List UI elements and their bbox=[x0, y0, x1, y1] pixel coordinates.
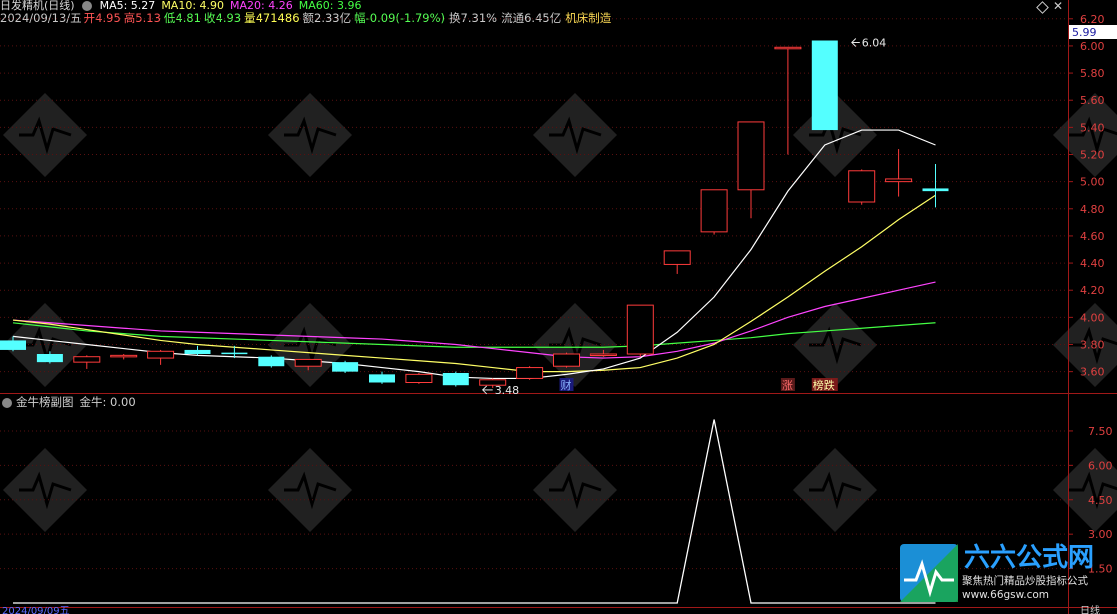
candle-body bbox=[73, 356, 101, 363]
axis-tick-label: 6.00 bbox=[1080, 40, 1105, 53]
axis-tick-label: 4.00 bbox=[1080, 311, 1105, 324]
candle-body bbox=[589, 353, 617, 356]
candle-body bbox=[811, 40, 838, 131]
candle-body bbox=[36, 354, 63, 363]
candle-body bbox=[553, 353, 580, 367]
axis-tick-label: 4.50 bbox=[1088, 494, 1113, 507]
candle-body bbox=[147, 350, 175, 359]
watermark-layer bbox=[3, 93, 1117, 532]
axis-tick-label: 4.20 bbox=[1080, 284, 1105, 297]
kline-chart[interactable]: 6.20 6.00 5.80 5.60 5.40 5.20 5.00 4.80 4.60 4.40… bbox=[0, 0, 1117, 614]
candle-body bbox=[369, 374, 395, 383]
low-marker-arrow bbox=[481, 385, 493, 395]
candle-body bbox=[294, 358, 322, 367]
candle-body bbox=[885, 178, 913, 183]
axis-tick-label: 4.40 bbox=[1080, 257, 1105, 270]
axis-tick-label: 5.40 bbox=[1080, 121, 1105, 134]
event-zhang: 涨 bbox=[782, 379, 793, 392]
watermark-diamond bbox=[3, 448, 87, 532]
axis-tick-label: 3.80 bbox=[1080, 339, 1105, 352]
site-logo: 六六公式网 聚焦热门精品炒股指标公式 www.66gsw.com bbox=[898, 542, 1114, 604]
watermark-diamond bbox=[533, 93, 617, 177]
event-cai: 财 bbox=[561, 378, 572, 392]
candle-body bbox=[626, 304, 654, 355]
last-price-tag: 5.99 bbox=[1072, 26, 1097, 39]
candle-body bbox=[442, 373, 469, 386]
candle-body bbox=[184, 349, 211, 354]
candle-body bbox=[405, 373, 433, 384]
candle-body bbox=[700, 189, 728, 233]
candle-body bbox=[0, 340, 26, 350]
candle-body bbox=[663, 250, 691, 265]
axis-tick-label: 3.60 bbox=[1080, 366, 1105, 379]
axis-tick-label: 3.00 bbox=[1088, 528, 1113, 541]
axis-tick-label: 6.00 bbox=[1088, 459, 1113, 472]
axis-tick-label: 4.60 bbox=[1080, 230, 1105, 243]
candle-body bbox=[922, 188, 949, 192]
candle-body bbox=[774, 46, 802, 50]
high-marker-arrow bbox=[851, 38, 860, 47]
price-axis: 6.20 6.00 5.80 5.60 5.40 5.20 5.00 4.80 4.60 4.40… bbox=[0, 13, 1105, 379]
watermark-diamond bbox=[793, 448, 877, 532]
candle-body bbox=[332, 362, 359, 372]
axis-tick-label: 5.60 bbox=[1080, 94, 1105, 107]
jinniu-line bbox=[13, 419, 936, 604]
event-bangdie: 榜跌 bbox=[813, 378, 835, 392]
axis-tick-label: 5.00 bbox=[1080, 176, 1105, 189]
watermark-diamond bbox=[3, 93, 87, 177]
axis-tick-label: 5.20 bbox=[1080, 149, 1105, 162]
bottom-date: 2024/09/09五 bbox=[2, 606, 70, 614]
watermark-diamond bbox=[268, 93, 352, 177]
candle-body bbox=[516, 367, 544, 379]
candle-body bbox=[110, 354, 138, 358]
high-marker: 6.04 bbox=[862, 37, 887, 50]
candle-body bbox=[848, 170, 876, 203]
sub-indicator bbox=[13, 419, 936, 604]
candle-body bbox=[258, 356, 285, 367]
axis-tick-label: 4.80 bbox=[1080, 203, 1105, 216]
watermark-diamond bbox=[268, 448, 352, 532]
axis-tick-label: 6.20 bbox=[1080, 13, 1105, 26]
axis-tick-label: 5.80 bbox=[1080, 67, 1105, 80]
logo-url: www.66gsw.com bbox=[962, 589, 1050, 601]
axis-tick-label: 7.50 bbox=[1088, 425, 1113, 438]
logo-slogan: 聚焦热门精品炒股指标公式 bbox=[962, 575, 1088, 587]
watermark-diamond bbox=[533, 448, 617, 532]
candle-body bbox=[221, 352, 248, 355]
bottom-period: 日线 bbox=[1080, 604, 1100, 614]
candle-body bbox=[737, 121, 765, 191]
low-marker: 3.48 bbox=[495, 384, 520, 397]
logo-name: 六六公式网 bbox=[964, 543, 1095, 573]
